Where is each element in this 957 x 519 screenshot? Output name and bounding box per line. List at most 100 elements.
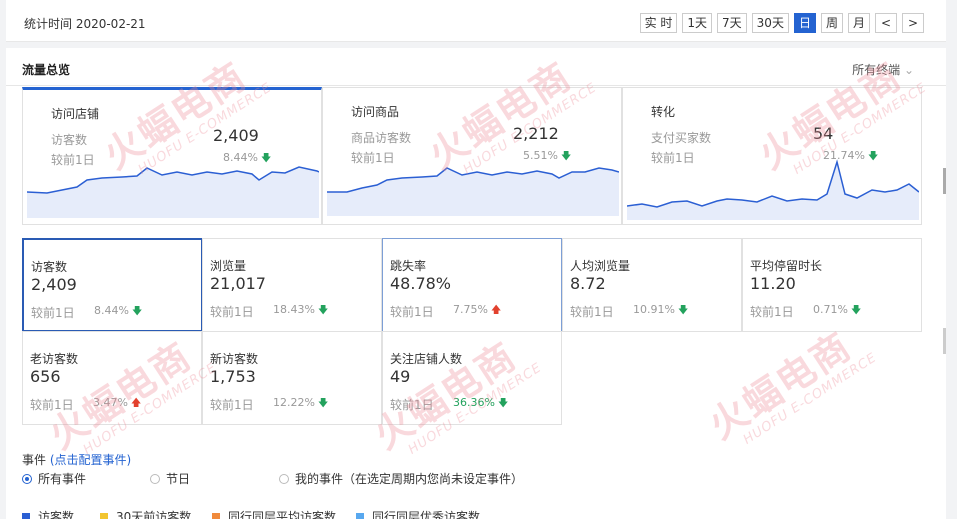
- pct-text: 36.36%: [453, 396, 495, 409]
- metric-avg-pageviews[interactable]: 人均浏览量 8.72 较前1日 10.91% 🡇: [562, 238, 742, 332]
- arrow-up-icon: 🡅: [490, 305, 502, 316]
- arrow-down-icon: 🡇: [850, 305, 862, 316]
- summary-card-store-visits[interactable]: 访问店铺 访客数 较前1日 2,409 8.44% 🡇: [22, 87, 322, 225]
- metric-value: 656: [30, 367, 61, 386]
- metric-value: 2,409: [31, 275, 77, 294]
- range-day-button[interactable]: 日: [793, 13, 816, 33]
- chart-legend: 访客数 30天前访客数 同行同层平均访客数 同行同层优秀访客数: [22, 508, 722, 519]
- metric-pct: 18.43% 🡇: [273, 303, 328, 320]
- metric-visitors[interactable]: 访客数 2,409 较前1日 8.44% 🡇: [22, 238, 203, 332]
- pct-text: 3.47%: [93, 396, 128, 409]
- metric-pct: 0.71% 🡇: [813, 303, 861, 320]
- metric-compare: 较前1日: [390, 305, 434, 319]
- radio-my-events[interactable]: 我的事件（在选定周期内您尚未设定事件）: [279, 470, 523, 487]
- metric-pageviews[interactable]: 浏览量 21,017 较前1日 18.43% 🡇: [202, 238, 382, 332]
- scroll-marker: [943, 168, 946, 194]
- pct-text: 8.44%: [94, 304, 129, 317]
- radio-holidays[interactable]: 节日: [150, 470, 190, 487]
- legend-item[interactable]: 同行同层优秀访客数: [356, 508, 480, 519]
- date-range-selector: 实 时 1天 7天 30天 日 周 月 < >: [639, 13, 924, 33]
- legend-swatch: [212, 512, 220, 519]
- events-row: 事件 (点击配置事件): [22, 451, 131, 468]
- overview-title: 流量总览: [22, 63, 71, 77]
- scroll-marker: [943, 328, 946, 354]
- card-value: 2,409: [213, 126, 259, 145]
- metric-name: 新访客数: [210, 352, 259, 366]
- card-metric: 支付买家数: [651, 131, 712, 145]
- metric-name: 关注店铺人数: [390, 352, 463, 366]
- legend-swatch: [356, 512, 364, 519]
- metric-compare: 较前1日: [570, 305, 614, 319]
- metric-name: 浏览量: [210, 259, 247, 273]
- metric-name: 跳失率: [390, 259, 427, 273]
- next-period-button[interactable]: >: [902, 13, 924, 33]
- metric-compare: 较前1日: [31, 306, 75, 320]
- legend-item[interactable]: 访客数: [22, 508, 74, 519]
- legend-swatch: [22, 512, 30, 519]
- metric-store-followers[interactable]: 关注店铺人数 49 较前1日 36.36% 🡇: [382, 331, 562, 425]
- metric-name: 平均停留时长: [750, 259, 823, 273]
- event-filter-radios: 所有事件 节日 我的事件（在选定周期内您尚未设定事件）: [22, 470, 722, 486]
- radio-all-events[interactable]: 所有事件: [22, 470, 86, 487]
- metric-bounce-rate[interactable]: 跳失率 48.78% 较前1日 7.75% 🡅: [382, 238, 562, 332]
- pct-text: 0.71%: [813, 303, 848, 316]
- metric-name: 人均浏览量: [570, 259, 631, 273]
- metric-value: 1,753: [210, 367, 256, 386]
- terminal-label: 所有终端: [852, 63, 901, 77]
- metric-compare: 较前1日: [210, 305, 254, 319]
- metric-pct: 12.22% 🡇: [273, 396, 328, 413]
- metric-value: 48.78%: [390, 274, 452, 293]
- sparkline-area: [327, 168, 619, 216]
- range-week-button[interactable]: 周: [820, 13, 843, 33]
- metric-pct: 8.44% 🡇: [94, 304, 142, 321]
- card-title: 转化: [651, 105, 676, 119]
- metric-compare: 较前1日: [30, 398, 74, 412]
- metric-avg-stay-time[interactable]: 平均停留时长 11.20 较前1日 0.71% 🡇: [742, 238, 922, 332]
- pct-text: 10.91%: [633, 303, 675, 316]
- arrow-down-icon: 🡇: [677, 305, 689, 316]
- legend-item[interactable]: 同行同层平均访客数: [212, 508, 336, 519]
- summary-card-product-visits[interactable]: 访问商品 商品访客数 较前1日 2,212 5.51% 🡇: [322, 87, 622, 225]
- terminal-dropdown[interactable]: 所有终端 ⌄: [852, 61, 914, 78]
- configure-events-link[interactable]: (点击配置事件): [50, 453, 131, 467]
- arrow-down-icon: 🡇: [317, 398, 329, 409]
- metric-compare: 较前1日: [210, 398, 254, 412]
- pct-text: 7.75%: [453, 303, 488, 316]
- radio-icon: [279, 473, 289, 484]
- radio-label: 我的事件（在选定周期内您尚未设定事件）: [295, 472, 524, 486]
- metric-value: 49: [390, 367, 411, 386]
- top-bar: 统计时间 2020-02-21 实 时 1天 7天 30天 日 周 月 < >: [6, 0, 946, 42]
- metric-pct: 3.47% 🡅: [93, 396, 141, 413]
- sparkline-area: [27, 167, 319, 218]
- metric-returning-visitors[interactable]: 老访客数 656 较前1日 3.47% 🡅: [22, 331, 202, 425]
- sparkline-chart: [627, 159, 919, 220]
- range-1day-button[interactable]: 1天: [682, 13, 713, 33]
- metric-value: 8.72: [570, 274, 606, 293]
- metric-name: 老访客数: [30, 352, 79, 366]
- summary-card-conversion[interactable]: 转化 支付买家数 较前1日 54 21.74% 🡇: [622, 87, 922, 225]
- legend-item[interactable]: 30天前访客数: [100, 508, 191, 519]
- metric-pct: 7.75% 🡅: [453, 303, 501, 320]
- divider: [6, 85, 946, 86]
- radio-icon: [150, 473, 160, 484]
- card-metric: 商品访客数: [351, 131, 412, 145]
- card-metric: 访客数: [51, 133, 88, 147]
- pct-text: 18.43%: [273, 303, 315, 316]
- range-month-button[interactable]: 月: [847, 13, 870, 33]
- metric-new-visitors[interactable]: 新访客数 1,753 较前1日 12.22% 🡇: [202, 331, 382, 425]
- metric-value: 21,017: [210, 274, 266, 293]
- arrow-up-icon: 🡅: [130, 398, 142, 409]
- radio-checked-icon: [22, 473, 32, 484]
- legend-label: 30天前访客数: [116, 510, 192, 519]
- card-value: 54: [813, 124, 834, 143]
- legend-swatch: [100, 512, 108, 519]
- prev-period-button[interactable]: <: [875, 13, 897, 33]
- range-7day-button[interactable]: 7天: [717, 13, 747, 33]
- pct-text: 12.22%: [273, 396, 315, 409]
- legend-label: 访客数: [38, 510, 75, 519]
- radio-label: 所有事件: [38, 472, 87, 486]
- range-30day-button[interactable]: 30天: [751, 13, 789, 33]
- metric-compare: 较前1日: [390, 398, 434, 412]
- range-realtime-button[interactable]: 实 时: [639, 13, 678, 33]
- traffic-overview-panel: 流量总览 所有终端 ⌄ 访问店铺 访客数 较前1日 2,409 8.44% 🡇 访…: [6, 48, 946, 519]
